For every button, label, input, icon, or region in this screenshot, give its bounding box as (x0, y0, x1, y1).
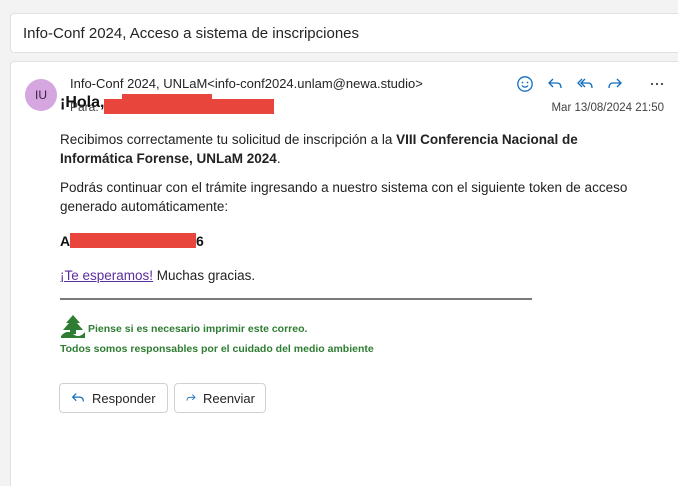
forward-button-label: Reenviar (202, 390, 255, 406)
name-redaction (122, 94, 212, 109)
subject-bar: Info-Conf 2024, Acceso a sistema de insc… (10, 13, 678, 53)
reply-icon (71, 393, 84, 402)
email-subject: Info-Conf 2024, Acceso a sistema de insc… (23, 25, 360, 42)
token-end: 6 (196, 233, 204, 249)
paragraph-registration: Recibimos correctamente tu solicitud de … (60, 132, 578, 166)
closing-line: ¡Te esperamos! Muchas gracias. (60, 268, 256, 283)
emoji-icon[interactable] (514, 73, 536, 95)
sender-avatar[interactable]: IU (25, 79, 57, 111)
reply-all-icon[interactable] (574, 73, 596, 95)
reply-button-label: Responder (92, 390, 156, 406)
eco-message-environment: Todos somos responsables por el cuidado … (60, 343, 374, 355)
paragraph-token-info: Podrás continuar con el trámite ingresan… (60, 180, 628, 214)
more-icon[interactable] (646, 73, 668, 95)
forward-icon (186, 394, 196, 401)
token-start: A (60, 233, 71, 249)
reply-icon[interactable] (544, 73, 566, 95)
token-redaction (70, 233, 196, 248)
esperamos-link[interactable]: ¡Te esperamos! (60, 268, 153, 283)
sender-name[interactable]: Info-Conf 2024, UNLaM<info-conf2024.unla… (70, 76, 423, 91)
reply-button[interactable]: Responder (59, 383, 168, 413)
tree-icon (60, 314, 86, 343)
greeting: ¡Hola, (60, 94, 105, 111)
eco-message-print: Piense si es necesario imprimir este cor… (88, 323, 308, 335)
forward-button[interactable]: Reenviar (174, 383, 266, 413)
forward-icon[interactable] (604, 73, 626, 95)
divider (60, 298, 532, 300)
sent-datetime: Mar 13/08/2024 21:50 (551, 102, 664, 114)
